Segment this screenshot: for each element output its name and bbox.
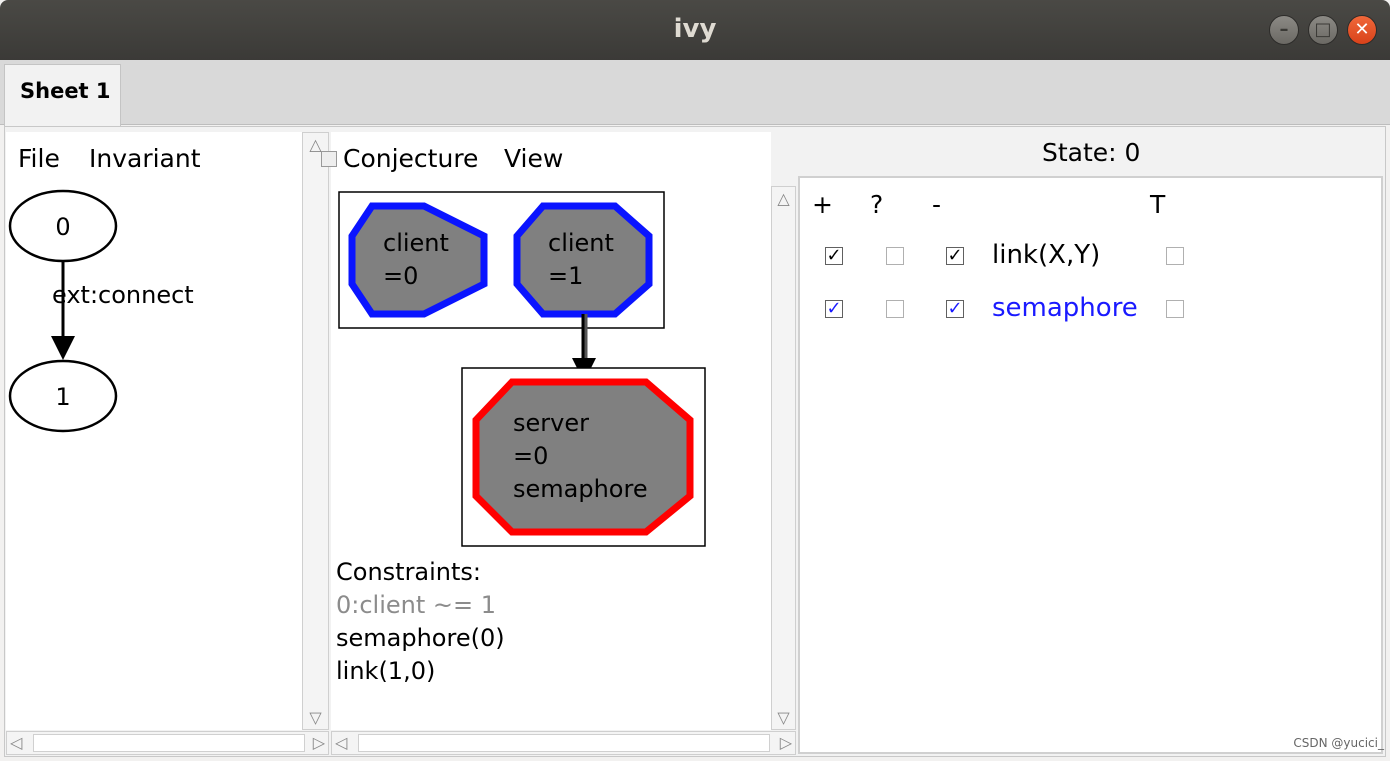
menu-file[interactable]: File (18, 144, 60, 173)
constraint-item: semaphore(0) (336, 624, 505, 652)
constraint-item: link(1,0) (336, 657, 436, 685)
scroll-down-icon[interactable]: ▽ (303, 708, 328, 727)
left-horizontal-scrollbar[interactable]: ◁ ▷ (6, 731, 329, 755)
middle-vertical-scrollbar[interactable]: △ ▽ (771, 186, 796, 730)
client-0-node[interactable] (348, 202, 488, 318)
state-label: State: 0 (1042, 138, 1141, 167)
tab-sheet-1[interactable]: Sheet 1 (4, 64, 121, 126)
middle-horizontal-scrollbar[interactable]: ◁ ▷ (331, 731, 796, 755)
client-1-label-line1: client (548, 229, 614, 257)
server-node[interactable] (472, 378, 694, 536)
window-title: ivy (673, 14, 717, 44)
constraints-heading: Constraints: (336, 558, 482, 586)
constraint-item: 0:client ~= 1 (336, 591, 497, 619)
menu-conjecture[interactable]: Conjecture (343, 144, 478, 173)
relation-semaphore-label[interactable]: semaphore (992, 293, 1138, 323)
row-2-plus-checkbox[interactable]: ✓ (825, 300, 843, 318)
scroll-right-icon[interactable]: ▷ (313, 733, 325, 752)
client-0-label-line2: =0 (383, 262, 418, 290)
row-1-t-checkbox[interactable] (1166, 247, 1184, 265)
client-1-label-line2: =1 (548, 262, 583, 290)
row-2-t-checkbox[interactable] (1166, 300, 1184, 318)
watermark: CSDN @yucici_ (1293, 736, 1384, 750)
row-2-minus-checkbox[interactable]: ✓ (946, 300, 964, 318)
transition-arrowhead (51, 336, 75, 360)
state-node-1-label: 1 (55, 383, 70, 411)
invariant-graph: 0 ext:connect 1 (8, 189, 194, 433)
relation-link-label[interactable]: link(X,Y) (992, 240, 1100, 270)
transition-label: ext:connect (52, 281, 194, 309)
menu-view[interactable]: View (504, 144, 563, 173)
pane-resize-handle[interactable] (321, 151, 337, 167)
scroll-left-icon[interactable]: ◁ (10, 733, 22, 752)
server-label-line2: =0 (513, 442, 548, 470)
scroll-left-icon[interactable]: ◁ (335, 733, 347, 752)
menu-invariant[interactable]: Invariant (89, 144, 201, 173)
client-1-node[interactable] (513, 202, 653, 318)
minimize-button[interactable]: – (1269, 15, 1299, 45)
conjecture-graph: client =0 client =1 server =0 semaphore (338, 191, 706, 547)
header-minus: - (932, 190, 942, 219)
row-1-plus-checkbox[interactable]: ✓ (825, 247, 843, 265)
scroll-down-icon[interactable]: ▽ (772, 708, 795, 727)
state-node-0-label: 0 (55, 213, 70, 241)
scroll-thumb[interactable] (33, 734, 305, 752)
tab-strip (0, 60, 1390, 125)
header-question: ? (870, 190, 884, 219)
scroll-thumb[interactable] (358, 734, 770, 752)
row-1-minus-checkbox[interactable]: ✓ (946, 247, 964, 265)
left-vertical-scrollbar[interactable]: △ ▽ (302, 132, 329, 730)
header-t: T (1150, 190, 1166, 219)
server-label-line1: server (513, 409, 589, 437)
close-button[interactable]: ✕ (1347, 15, 1377, 45)
header-plus: + (812, 190, 833, 219)
maximize-button[interactable]: □ (1308, 15, 1338, 45)
server-label-line3: semaphore (513, 475, 648, 503)
row-2-question-checkbox[interactable] (886, 300, 904, 318)
scroll-up-icon[interactable]: △ (772, 189, 795, 208)
client-0-label-line1: client (383, 229, 449, 257)
row-1-question-checkbox[interactable] (886, 247, 904, 265)
scroll-right-icon[interactable]: ▷ (780, 733, 792, 752)
